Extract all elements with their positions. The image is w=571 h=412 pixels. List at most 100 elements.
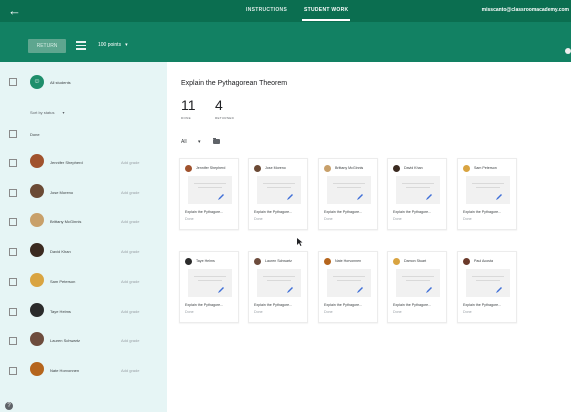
student-name[interactable]: Sam Peterson <box>50 279 75 284</box>
card-status: Done <box>254 310 263 314</box>
document-thumbnail[interactable] <box>396 176 440 204</box>
card-status: Done <box>393 310 402 314</box>
card-student-name: Jennifer Shepherd <box>196 166 226 170</box>
submission-card[interactable]: Sam Peterson Explain the Pythagore... Done <box>457 158 517 230</box>
return-button[interactable]: RETURN <box>28 39 66 53</box>
pen-icon <box>218 194 224 200</box>
student-checkbox[interactable] <box>9 337 17 346</box>
submission-card[interactable]: Paul Acosta Explain the Pythagore... Done <box>457 251 517 323</box>
student-name[interactable]: Brittany McGinnis <box>50 219 81 224</box>
pen-icon <box>496 287 502 293</box>
folder-icon[interactable] <box>213 138 220 144</box>
document-thumbnail[interactable] <box>327 269 371 297</box>
pen-icon <box>357 287 363 293</box>
avatar <box>30 154 44 168</box>
student-name[interactable]: David Khan <box>50 249 71 254</box>
document-thumbnail[interactable] <box>257 269 301 297</box>
card-status: Done <box>393 217 402 221</box>
back-arrow-icon[interactable]: ← <box>8 3 21 19</box>
submission-card[interactable]: Damon Stuart Explain the Pythagore... Done <box>387 251 447 323</box>
avatar <box>393 258 400 265</box>
filter-dropdown[interactable]: All ▾ <box>181 139 200 145</box>
tab-student-work[interactable]: STUDENT WORK <box>304 7 348 13</box>
card-file-name[interactable]: Explain the Pythagore... <box>463 303 501 307</box>
submission-card[interactable]: Lauren Schwartz Explain the Pythagore... D… <box>248 251 308 323</box>
document-thumbnail[interactable] <box>327 176 371 204</box>
add-grade-field[interactable]: Add grade <box>121 368 139 373</box>
submission-card[interactable]: Jose Moreno Explain the Pythagore... Done <box>248 158 308 230</box>
document-thumbnail[interactable] <box>188 269 232 297</box>
menu-icon[interactable] <box>76 41 86 50</box>
account-email[interactable]: misscanto@classroomacademy.com <box>482 7 569 13</box>
add-grade-field[interactable]: Add grade <box>121 219 139 224</box>
document-thumbnail[interactable] <box>257 176 301 204</box>
student-name[interactable]: Jose Moreno <box>50 190 73 195</box>
card-student-name: Sam Peterson <box>474 166 497 170</box>
document-thumbnail[interactable] <box>466 269 510 297</box>
assignment-title: Explain the Pythagorean Theorem <box>181 80 288 87</box>
student-checkbox[interactable] <box>9 248 17 257</box>
add-grade-field[interactable]: Add grade <box>121 279 139 284</box>
card-file-name[interactable]: Explain the Pythagore... <box>393 210 431 214</box>
student-name[interactable]: Jennifer Shepherd <box>50 160 83 165</box>
student-checkbox[interactable] <box>9 218 17 227</box>
submission-card[interactable]: David Khan Explain the Pythagore... Done <box>387 158 447 230</box>
card-file-name[interactable]: Explain the Pythagore... <box>324 303 362 307</box>
pen-icon <box>287 194 293 200</box>
student-checkbox[interactable] <box>9 277 17 286</box>
document-thumbnail[interactable] <box>466 176 510 204</box>
top-app-bar: ← INSTRUCTIONS STUDENT WORK misscanto@cl… <box>0 0 571 22</box>
all-students-label[interactable]: All students <box>50 80 71 85</box>
avatar <box>30 183 44 198</box>
avatar <box>185 258 192 265</box>
section-done-label: Done <box>30 132 40 137</box>
tab-instructions[interactable]: INSTRUCTIONS <box>246 7 287 13</box>
card-file-name[interactable]: Explain the Pythagore... <box>254 303 292 307</box>
mouse-cursor-icon <box>297 238 303 246</box>
select-all-checkbox[interactable] <box>9 78 17 86</box>
card-status: Done <box>185 217 194 221</box>
help-icon[interactable]: ? <box>5 402 13 410</box>
document-thumbnail[interactable] <box>188 176 232 204</box>
add-grade-field[interactable]: Add grade <box>121 338 139 343</box>
card-file-name[interactable]: Explain the Pythagore... <box>185 210 223 214</box>
overflow-icon[interactable] <box>565 48 571 54</box>
add-grade-field[interactable]: Add grade <box>121 190 139 195</box>
add-grade-field[interactable]: Add grade <box>121 249 139 254</box>
student-checkbox[interactable] <box>9 159 17 167</box>
submission-card[interactable]: Nate Horvonnen Explain the Pythagore... Do… <box>318 251 378 323</box>
avatar <box>30 243 44 258</box>
card-file-name[interactable]: Explain the Pythagore... <box>254 210 292 214</box>
avatar <box>393 165 400 172</box>
select-done-checkbox[interactable] <box>9 130 17 138</box>
submission-card[interactable]: Jennifer Shepherd Explain the Pythagore..… <box>179 158 239 230</box>
card-file-name[interactable]: Explain the Pythagore... <box>324 210 362 214</box>
card-file-name[interactable]: Explain the Pythagore... <box>463 210 501 214</box>
student-name[interactable]: Nate Horvonnen <box>50 368 79 373</box>
card-status: Done <box>324 310 333 314</box>
card-student-name: Nate Horvonnen <box>335 259 362 263</box>
student-sidebar <box>0 62 167 412</box>
pen-icon <box>426 287 432 293</box>
student-checkbox[interactable] <box>9 366 17 375</box>
card-student-name: David Khan <box>404 166 423 170</box>
points-dropdown[interactable]: 100 points ▾ <box>98 42 128 48</box>
active-tab-indicator <box>302 19 350 21</box>
pen-icon <box>357 194 363 200</box>
submission-card[interactable]: Brittany McGinnis Explain the Pythagore..… <box>318 158 378 230</box>
student-checkbox[interactable] <box>9 307 17 316</box>
student-name[interactable]: Lauren Schwartz <box>50 338 80 343</box>
card-file-name[interactable]: Explain the Pythagore... <box>185 303 223 307</box>
submission-card[interactable]: Taye Helms Explain the Pythagore... Done <box>179 251 239 323</box>
all-students-icon: ☺ <box>30 75 44 89</box>
document-thumbnail[interactable] <box>396 269 440 297</box>
returned-count: 4 <box>215 97 223 113</box>
add-grade-field[interactable]: Add grade <box>121 309 139 314</box>
avatar <box>324 165 331 172</box>
student-name[interactable]: Taye Helms <box>50 309 71 314</box>
card-file-name[interactable]: Explain the Pythagore... <box>393 303 431 307</box>
add-grade-field[interactable]: Add grade <box>121 160 139 165</box>
pen-icon <box>287 287 293 293</box>
student-checkbox[interactable] <box>9 188 17 197</box>
sort-dropdown[interactable]: Sort by status ▾ <box>30 110 64 115</box>
